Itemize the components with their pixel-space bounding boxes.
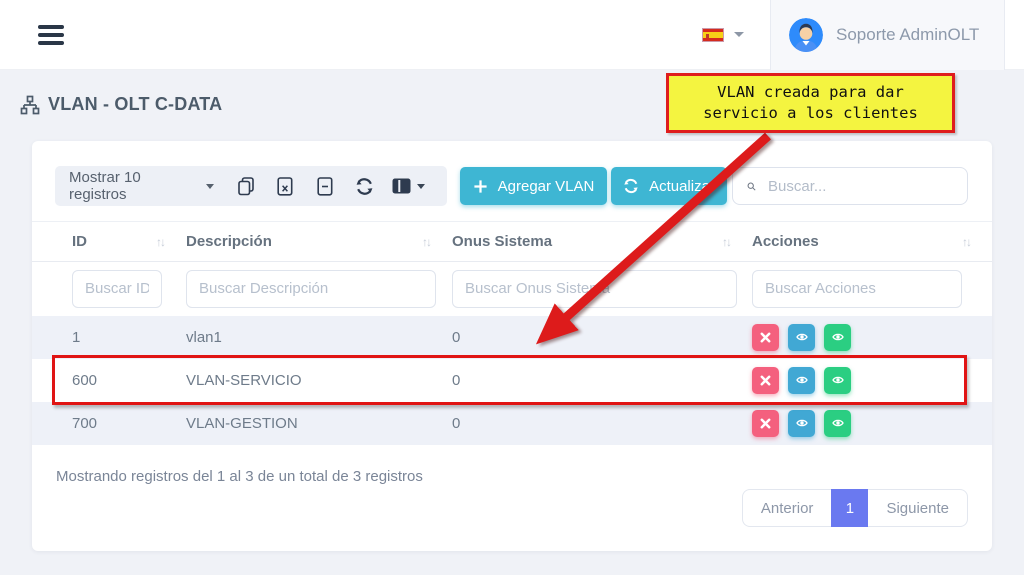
x-icon (760, 418, 771, 429)
sort-icon: ↑↓ (156, 235, 164, 249)
view-ports-button[interactable] (788, 410, 815, 437)
column-label: Descripción (186, 233, 272, 250)
column-header-onus[interactable]: Onus Sistema ↑↓ (452, 222, 752, 262)
add-vlan-button[interactable]: Agregar VLAN (460, 167, 607, 205)
vlan-table: ID ↑↓ Descripción ↑↓ Onus Sistema ↑↓ Accion… (32, 221, 992, 445)
sort-icon: ↑↓ (962, 235, 970, 249)
chevron-down-icon (206, 184, 214, 189)
cell-id: 1 (32, 316, 186, 359)
table-toolbar-left: Mostrar 10 registros (55, 166, 447, 206)
file-text-icon (317, 177, 333, 196)
copy-button[interactable] (226, 166, 266, 206)
reload-table-button[interactable] (345, 166, 385, 206)
plus-icon (473, 179, 488, 194)
cell-descripcion: VLAN-SERVICIO (186, 359, 452, 402)
copy-icon (237, 177, 255, 196)
view-onus-button[interactable] (824, 324, 851, 351)
spain-flag-icon (702, 28, 724, 42)
eye-icon (831, 331, 845, 343)
refresh-button[interactable]: Actualizar (611, 167, 727, 205)
filter-acciones-input[interactable] (752, 270, 962, 308)
eye-icon (795, 417, 809, 429)
cell-descripcion: vlan1 (186, 316, 452, 359)
view-onus-button[interactable] (824, 367, 851, 394)
column-header-id[interactable]: ID ↑↓ (32, 222, 186, 262)
user-menu[interactable]: Soporte AdminOLT (770, 0, 1005, 70)
language-dropdown[interactable] (702, 28, 744, 42)
cell-descripcion: VLAN-GESTION (186, 402, 452, 445)
pagination-page-1[interactable]: 1 (831, 489, 868, 527)
length-menu-label: Mostrar 10 registros (69, 169, 198, 203)
table-row: 700 VLAN-GESTION 0 (32, 402, 992, 445)
file-excel-icon (277, 177, 293, 196)
refresh-icon (623, 178, 639, 194)
menu-hamburger-icon[interactable] (38, 25, 64, 45)
x-icon (760, 332, 771, 343)
view-ports-button[interactable] (788, 367, 815, 394)
column-header-acciones[interactable]: Acciones ↑↓ (752, 222, 992, 262)
filter-descripcion-input[interactable] (186, 270, 436, 308)
avatar (789, 18, 823, 52)
table-row-highlighted: 600 VLAN-SERVICIO 0 (32, 359, 992, 402)
columns-icon (392, 178, 411, 194)
header-row: ID ↑↓ Descripción ↑↓ Onus Sistema ↑↓ Accion… (32, 222, 992, 262)
annotation-callout: VLAN creada para dar servicio a los clie… (666, 73, 955, 133)
sort-icon: ↑↓ (422, 235, 430, 249)
column-visibility-button[interactable] (385, 166, 433, 206)
chevron-down-icon (734, 32, 744, 37)
refresh-icon (355, 177, 374, 196)
delete-vlan-button[interactable] (752, 367, 779, 394)
eye-icon (831, 374, 845, 386)
length-menu[interactable]: Mostrar 10 registros (69, 169, 214, 203)
table-info: Mostrando registros del 1 al 3 de un tot… (56, 468, 423, 485)
x-icon (760, 375, 771, 386)
annotation-line-1: VLAN creada para dar (717, 82, 904, 103)
global-search (732, 167, 968, 205)
page-title-text: VLAN - OLT C-DATA (48, 94, 222, 115)
delete-vlan-button[interactable] (752, 410, 779, 437)
cell-id: 700 (32, 402, 186, 445)
pagination-prev-button[interactable]: Anterior (742, 489, 832, 527)
export-excel-button[interactable] (265, 166, 305, 206)
eye-icon (795, 374, 809, 386)
column-label: Acciones (752, 233, 819, 250)
column-header-descripcion[interactable]: Descripción ↑↓ (186, 222, 452, 262)
cell-onus: 0 (452, 316, 752, 359)
delete-vlan-button[interactable] (752, 324, 779, 351)
annotation-line-2: servicio a los clientes (703, 103, 918, 124)
view-onus-button[interactable] (824, 410, 851, 437)
topbar: Soporte AdminOLT (0, 0, 1024, 70)
chevron-down-icon (417, 184, 425, 189)
user-name: Soporte AdminOLT (836, 25, 979, 45)
filter-onus-input[interactable] (452, 270, 737, 308)
filter-id-input[interactable] (72, 270, 162, 308)
filter-row (32, 262, 992, 316)
column-label: Onus Sistema (452, 233, 552, 250)
add-vlan-label: Agregar VLAN (498, 178, 595, 195)
vlan-table-card: Mostrar 10 registros (32, 141, 992, 551)
sitemap-icon (20, 95, 40, 115)
pagination: Anterior 1 Siguiente (742, 489, 968, 527)
export-file-button[interactable] (305, 166, 345, 206)
cell-onus: 0 (452, 359, 752, 402)
search-input[interactable] (768, 178, 967, 195)
cell-onus: 0 (452, 402, 752, 445)
view-ports-button[interactable] (788, 324, 815, 351)
refresh-label: Actualizar (649, 178, 715, 195)
table-row: 1 vlan1 0 (32, 316, 992, 359)
eye-icon (831, 417, 845, 429)
pagination-next-button[interactable]: Siguiente (868, 489, 968, 527)
search-icon (747, 178, 756, 195)
column-label: ID (72, 233, 87, 250)
cell-id: 600 (32, 359, 186, 402)
sort-icon: ↑↓ (722, 235, 730, 249)
eye-icon (795, 331, 809, 343)
